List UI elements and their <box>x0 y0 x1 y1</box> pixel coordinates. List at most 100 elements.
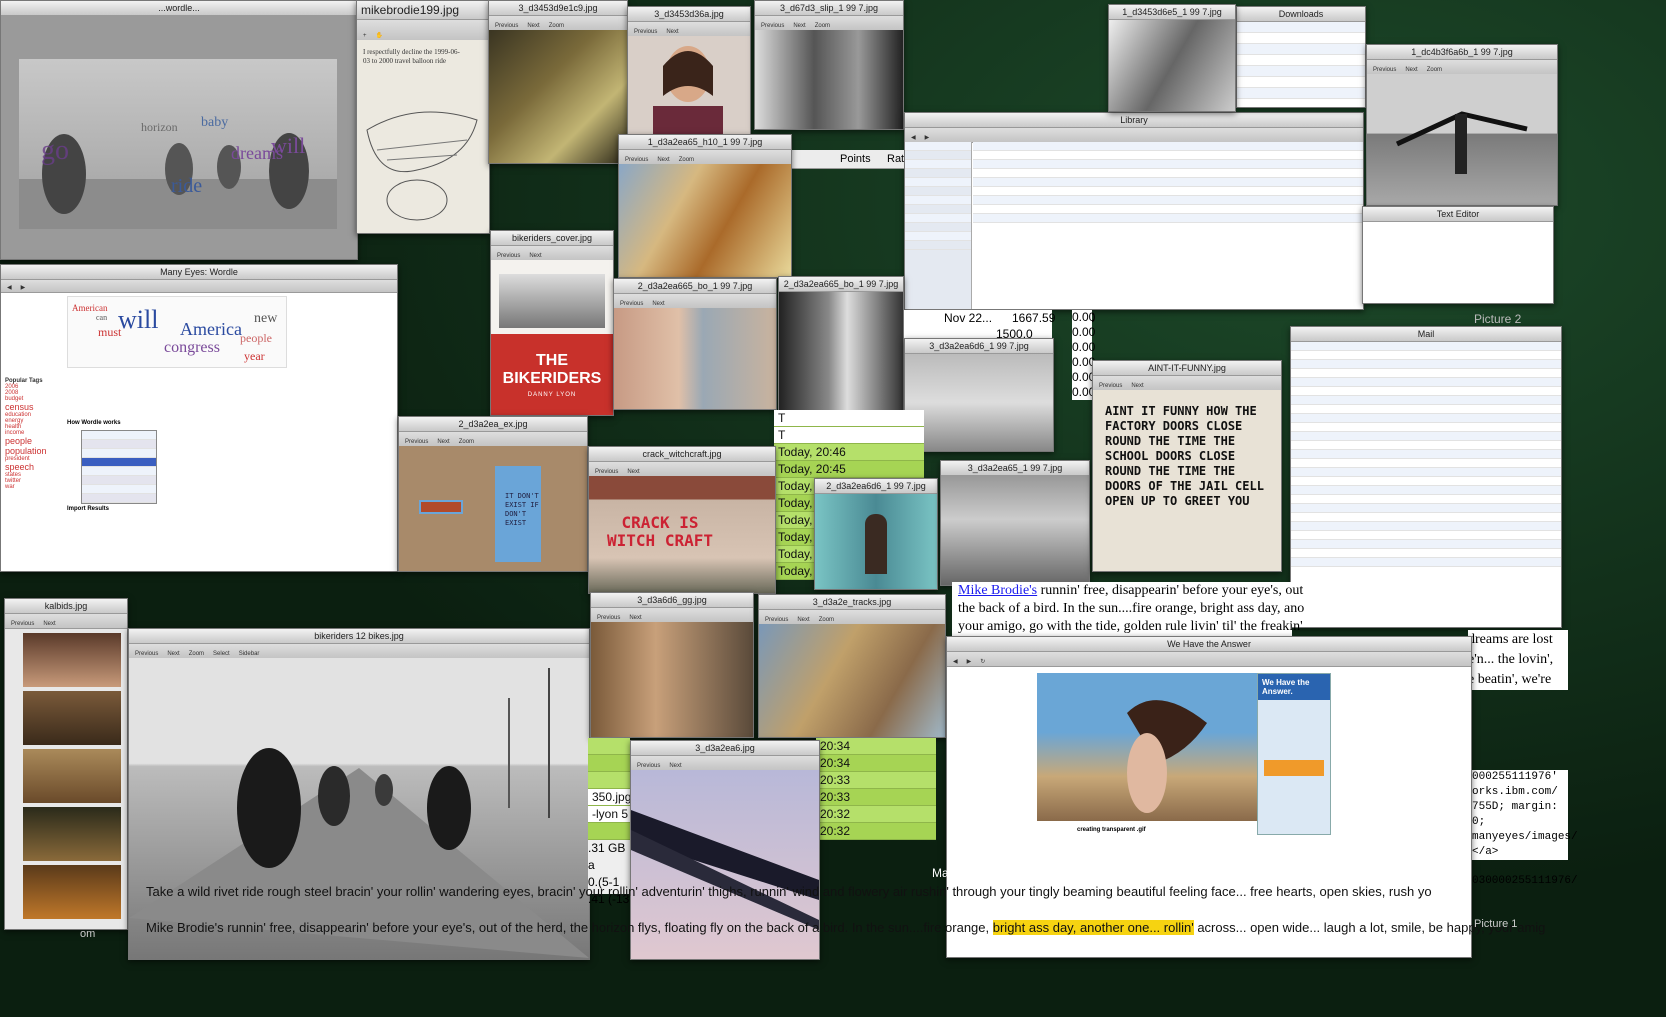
text-fragment: e beatin', we're <box>1468 672 1552 687</box>
file-list-fragment: 350.jpg -lyon 5 <box>588 738 631 840</box>
window-title: bikeriders 12 bikes.jpg <box>129 629 589 644</box>
beach-window[interactable]: 3_d3a2ea65_1 99 7.jpg <box>940 460 1090 586</box>
crack-window[interactable]: crack_witchcraft.jpg Previous Next CRACK … <box>588 446 776 594</box>
thumbnail[interactable] <box>23 691 121 745</box>
preview-toolbar: Previous Next Zoom <box>1367 60 1557 75</box>
row-fragment <box>588 772 630 789</box>
wall-graffiti: IT DON'T EXIST IF DON'T EXIST <box>505 492 539 527</box>
wordle-cloud: will America new people congress year mu… <box>67 296 287 368</box>
street-photo-window[interactable]: 3_d67d3_slip_1 99 7.jpg Previous Next Zoom <box>754 0 904 130</box>
window-title: 3_d3453d9e1c9.jpg <box>489 1 627 16</box>
window-title: 3_d3a2ea65_1 99 7.jpg <box>941 461 1089 476</box>
tag[interactable]: population <box>5 446 59 456</box>
preview-toolbar: Previous Next <box>614 294 776 309</box>
thumbnail[interactable] <box>23 749 121 803</box>
book-cover: THE BIKERIDERS DANNY LYON <box>491 260 613 415</box>
poem-text-part: Mike Brodie's runnin' free, disappearin'… <box>146 920 993 935</box>
aint-it-funny-window[interactable]: AINT-IT-FUNNY.jpg Previous Next AINT IT F… <box>1092 360 1282 572</box>
forward-icon[interactable]: ▶ <box>925 134 930 142</box>
thumbnail[interactable] <box>23 633 121 687</box>
forward-icon[interactable]: ▶ <box>967 658 972 666</box>
tag[interactable]: war <box>5 484 59 490</box>
library-window[interactable]: Library ◀ ▶ <box>904 112 1364 310</box>
browser-window[interactable]: We Have the Answer ◀ ▶ ↻ We Have the Answe… <box>946 636 1472 958</box>
zoom-icon[interactable]: + <box>363 33 367 40</box>
timestamp: 20:34 <box>816 755 936 772</box>
window-title: 3_d3a2ea6d6_1 99 7.jpg <box>905 339 1053 354</box>
preview-toolbar: Previous Next <box>589 462 775 477</box>
text-editor-window[interactable]: Text Editor <box>1362 206 1554 304</box>
tracks-window[interactable]: 3_d3a2e_tracks.jpg Previous Next Zoom <box>758 594 946 738</box>
mikebrodie-window[interactable]: mikebrodie199.jpg + ✋ I respectfully decl… <box>356 0 490 234</box>
big-bike-window[interactable]: bikeriders 12 bikes.jpg Previous Next Zoom… <box>128 628 590 960</box>
tag[interactable]: people <box>5 436 59 446</box>
row-fragment: 350.jpg <box>588 789 631 806</box>
window-title: 2_d3a2ea665_bo_1 99 7.jpg <box>614 279 776 294</box>
preview-toolbar: Previous Next Zoom <box>399 432 587 447</box>
hand-icon[interactable]: ✋ <box>376 32 383 40</box>
finance-value: 1667.59 <box>1012 311 1056 325</box>
kid-window[interactable]: 2_d3a2ea6d6_1 99 7.jpg <box>814 478 938 590</box>
back-icon[interactable]: ◀ <box>911 134 916 142</box>
gyro-window[interactable]: 1_d3a2ea65_h10_1 99 7.jpg Previous Next Zo… <box>618 134 792 278</box>
preview-toolbar: Previous Next Zoom Select Sidebar <box>129 644 589 659</box>
finance-zero: 0.00 <box>1072 355 1096 369</box>
cover-red-band: THE BIKERIDERS DANNY LYON <box>491 334 613 415</box>
reload-icon[interactable]: ↻ <box>980 658 985 666</box>
text-fragment: dreams are lost <box>1468 632 1553 647</box>
bw-room-window[interactable]: 1_d3453d6e5_1 99 7.jpg <box>1108 4 1236 112</box>
porch-photo-window[interactable]: 3_d3453d9e1c9.jpg Previous Next Zoom <box>488 0 628 164</box>
back-icon[interactable]: ◀ <box>7 284 12 292</box>
brodie-link[interactable]: Mike Brodie's <box>958 583 1037 598</box>
friends-window[interactable]: 2_d3a2ea665_bo_1 99 7.jpg Previous Next <box>613 278 777 410</box>
text-fragment: .31 GB a <box>588 841 626 872</box>
preview-toolbar: Previous Next <box>491 246 613 261</box>
timestamp: Today, 20:45 <box>774 461 924 478</box>
tag[interactable]: speech <box>5 462 59 472</box>
import-results-heading: Import Results <box>67 506 110 512</box>
forward-icon[interactable]: ▶ <box>21 284 26 292</box>
book-author: DANNY LYON <box>527 392 577 398</box>
wordle-word: new <box>254 311 278 326</box>
mail-window[interactable]: Mail <box>1290 326 1562 628</box>
downloads-list[interactable] <box>1237 22 1365 107</box>
rat-column: Rat <box>887 153 905 165</box>
preview-toolbar: Previous Next Zoom <box>755 16 903 31</box>
wordle-word: congress <box>164 339 220 356</box>
library-list[interactable] <box>973 142 1363 223</box>
wordle-browser-window[interactable]: Many Eyes: Wordle ◀ ▶ Popular Tags 2006 2… <box>0 264 398 572</box>
portrait-window[interactable]: 3_d3453d36a.jpg Previous Next <box>627 6 751 136</box>
back-icon[interactable]: ◀ <box>953 658 958 666</box>
thumbnail[interactable] <box>23 865 121 919</box>
poem-line: your amigo, go with the tide, golden rul… <box>958 619 1303 634</box>
thumbnail-list[interactable] <box>23 633 121 919</box>
bridge-girl-window[interactable]: 3_d3a6d6_gg.jpg Previous Next <box>590 592 754 738</box>
finance-date: Nov 22... <box>944 311 993 325</box>
wordle-word: must <box>98 325 122 339</box>
preview-toolbar: + ✋ <box>357 20 489 41</box>
tag[interactable]: census <box>5 402 59 412</box>
window-title: kalbids.jpg <box>5 599 127 614</box>
window-title: 3_d3a6d6_gg.jpg <box>591 593 753 608</box>
soldiers-window[interactable]: 1_dc4b3f6a6b_1 99 7.jpg Previous Next Zoom <box>1366 44 1558 206</box>
mail-list[interactable] <box>1291 342 1561 567</box>
wall-window[interactable]: 2_d3a2ea_ex.jpg Previous Next Zoom IT DON'… <box>398 416 588 572</box>
kalbids-window[interactable]: kalbids.jpg Previous Next <box>4 598 128 930</box>
window-title: Many Eyes: Wordle <box>1 265 397 280</box>
wordle-menu[interactable] <box>81 430 157 504</box>
library-toolbar: ◀ ▶ <box>905 128 1363 143</box>
picture-2-label: Picture 2 <box>1474 312 1522 326</box>
bikeriders-window[interactable]: bikeriders_cover.jpg Previous Next THE BI… <box>490 230 614 416</box>
misty-window[interactable]: 3_d3a2ea6d6_1 99 7.jpg <box>904 338 1054 452</box>
code-fragment: 000255111976' orks.ibm.com/ 755D; margin… <box>1472 770 1578 887</box>
hair-photo <box>1037 673 1257 821</box>
wordle-biker-window[interactable]: ...wordle... go ride dreams baby horizon… <box>0 0 358 260</box>
downloads-window[interactable]: Downloads <box>1236 6 1366 108</box>
row-fragment <box>588 823 630 840</box>
thumbnail[interactable] <box>23 807 121 861</box>
highlighted-text: bright ass day, another one... rollin' <box>992 920 1194 935</box>
ad-button[interactable] <box>1264 760 1324 776</box>
portrait-photo <box>628 36 750 135</box>
timestamp: 20:33 <box>816 772 936 789</box>
poem-fragment-right: dreams are lost e'n... the lovin', e bea… <box>1468 630 1568 690</box>
